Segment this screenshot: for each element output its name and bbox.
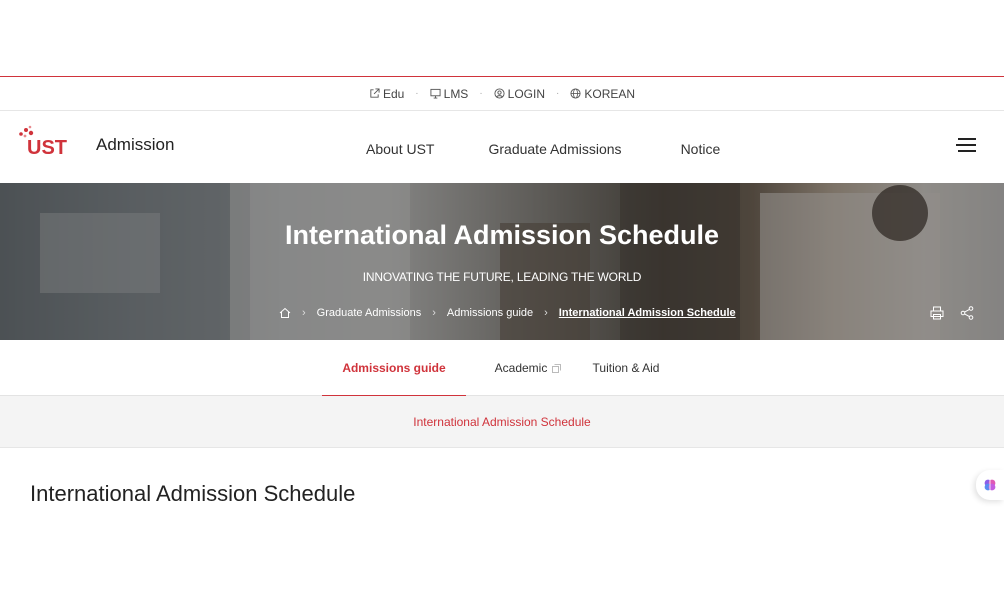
monitor-icon bbox=[430, 88, 441, 99]
utility-login-label: LOGIN bbox=[507, 86, 546, 101]
tab-academic-label: Academic bbox=[494, 361, 548, 375]
tab-academic[interactable]: Academic bbox=[480, 340, 576, 396]
nav-graduate-admissions[interactable]: Graduate Admissions bbox=[488, 141, 621, 157]
sub-tabs: Admissions guide Academic Tuition & Aid bbox=[0, 340, 1004, 397]
share-icon[interactable] bbox=[960, 306, 974, 320]
hero-banner: International Admission Schedule INNOVAT… bbox=[0, 183, 1004, 340]
breadcrumb-separator: › bbox=[544, 307, 548, 319]
new-window-icon bbox=[552, 363, 562, 373]
main-navigation: About UST Graduate Admissions Notice bbox=[366, 141, 720, 157]
breadcrumb-current[interactable]: International Admission Schedule bbox=[559, 307, 736, 319]
tab-tuition-aid-label: Tuition & Aid bbox=[592, 361, 660, 375]
nav-about-ust[interactable]: About UST bbox=[366, 141, 434, 157]
utility-edu-label: Edu bbox=[382, 86, 405, 101]
globe-icon bbox=[570, 88, 581, 99]
depth-menu-current[interactable]: International Admission Schedule bbox=[413, 415, 590, 429]
top-blank-area bbox=[0, 0, 1004, 76]
home-icon[interactable] bbox=[279, 307, 291, 319]
floating-chat-button[interactable] bbox=[976, 470, 1004, 500]
utility-lms-label: LMS bbox=[443, 86, 469, 101]
nav-notice[interactable]: Notice bbox=[681, 141, 721, 157]
utility-language-link[interactable]: KOREAN bbox=[570, 87, 635, 101]
breadcrumb-separator: › bbox=[432, 307, 436, 319]
external-link-icon bbox=[370, 88, 380, 98]
user-icon bbox=[494, 88, 505, 99]
breadcrumb: › Graduate Admissions › Admissions guide… bbox=[279, 307, 736, 319]
breadcrumb-admissions-guide[interactable]: Admissions guide bbox=[447, 307, 533, 319]
hero-subtitle: INNOVATING THE FUTURE, LEADING THE WORLD bbox=[362, 270, 642, 284]
tab-admissions-guide-label: Admissions guide bbox=[342, 361, 446, 375]
utility-login-link[interactable]: LOGIN bbox=[494, 87, 545, 101]
utility-lms-link[interactable]: LMS bbox=[430, 86, 469, 101]
logo-text: UST bbox=[27, 137, 67, 157]
breadcrumb-graduate-admissions[interactable]: Graduate Admissions bbox=[317, 307, 422, 319]
utility-separator: · bbox=[556, 88, 560, 99]
hero-tools bbox=[930, 306, 974, 320]
tab-tuition-aid[interactable]: Tuition & Aid bbox=[586, 340, 666, 396]
menu-icon[interactable] bbox=[956, 137, 976, 153]
ust-logo[interactable]: UST bbox=[18, 125, 84, 157]
utility-bar: Edu · LMS · LOGIN · KOREAN bbox=[0, 77, 1004, 111]
brand-title: Admission bbox=[96, 135, 175, 154]
page-title: International Admission Schedule bbox=[30, 481, 356, 506]
print-icon[interactable] bbox=[930, 306, 944, 320]
brain-icon bbox=[984, 479, 996, 491]
tab-admissions-guide[interactable]: Admissions guide bbox=[322, 340, 466, 397]
depth-menu-bar: International Admission Schedule bbox=[0, 396, 1004, 448]
utility-edu-link[interactable]: Edu bbox=[369, 87, 404, 101]
utility-language-label: KOREAN bbox=[584, 86, 636, 101]
utility-separator: · bbox=[415, 88, 419, 99]
breadcrumb-separator: › bbox=[302, 307, 306, 319]
hero-title: International Admission Schedule bbox=[284, 220, 720, 250]
utility-separator: · bbox=[479, 88, 483, 99]
site-header: UST Admission About UST Graduate Admissi… bbox=[0, 111, 1004, 183]
